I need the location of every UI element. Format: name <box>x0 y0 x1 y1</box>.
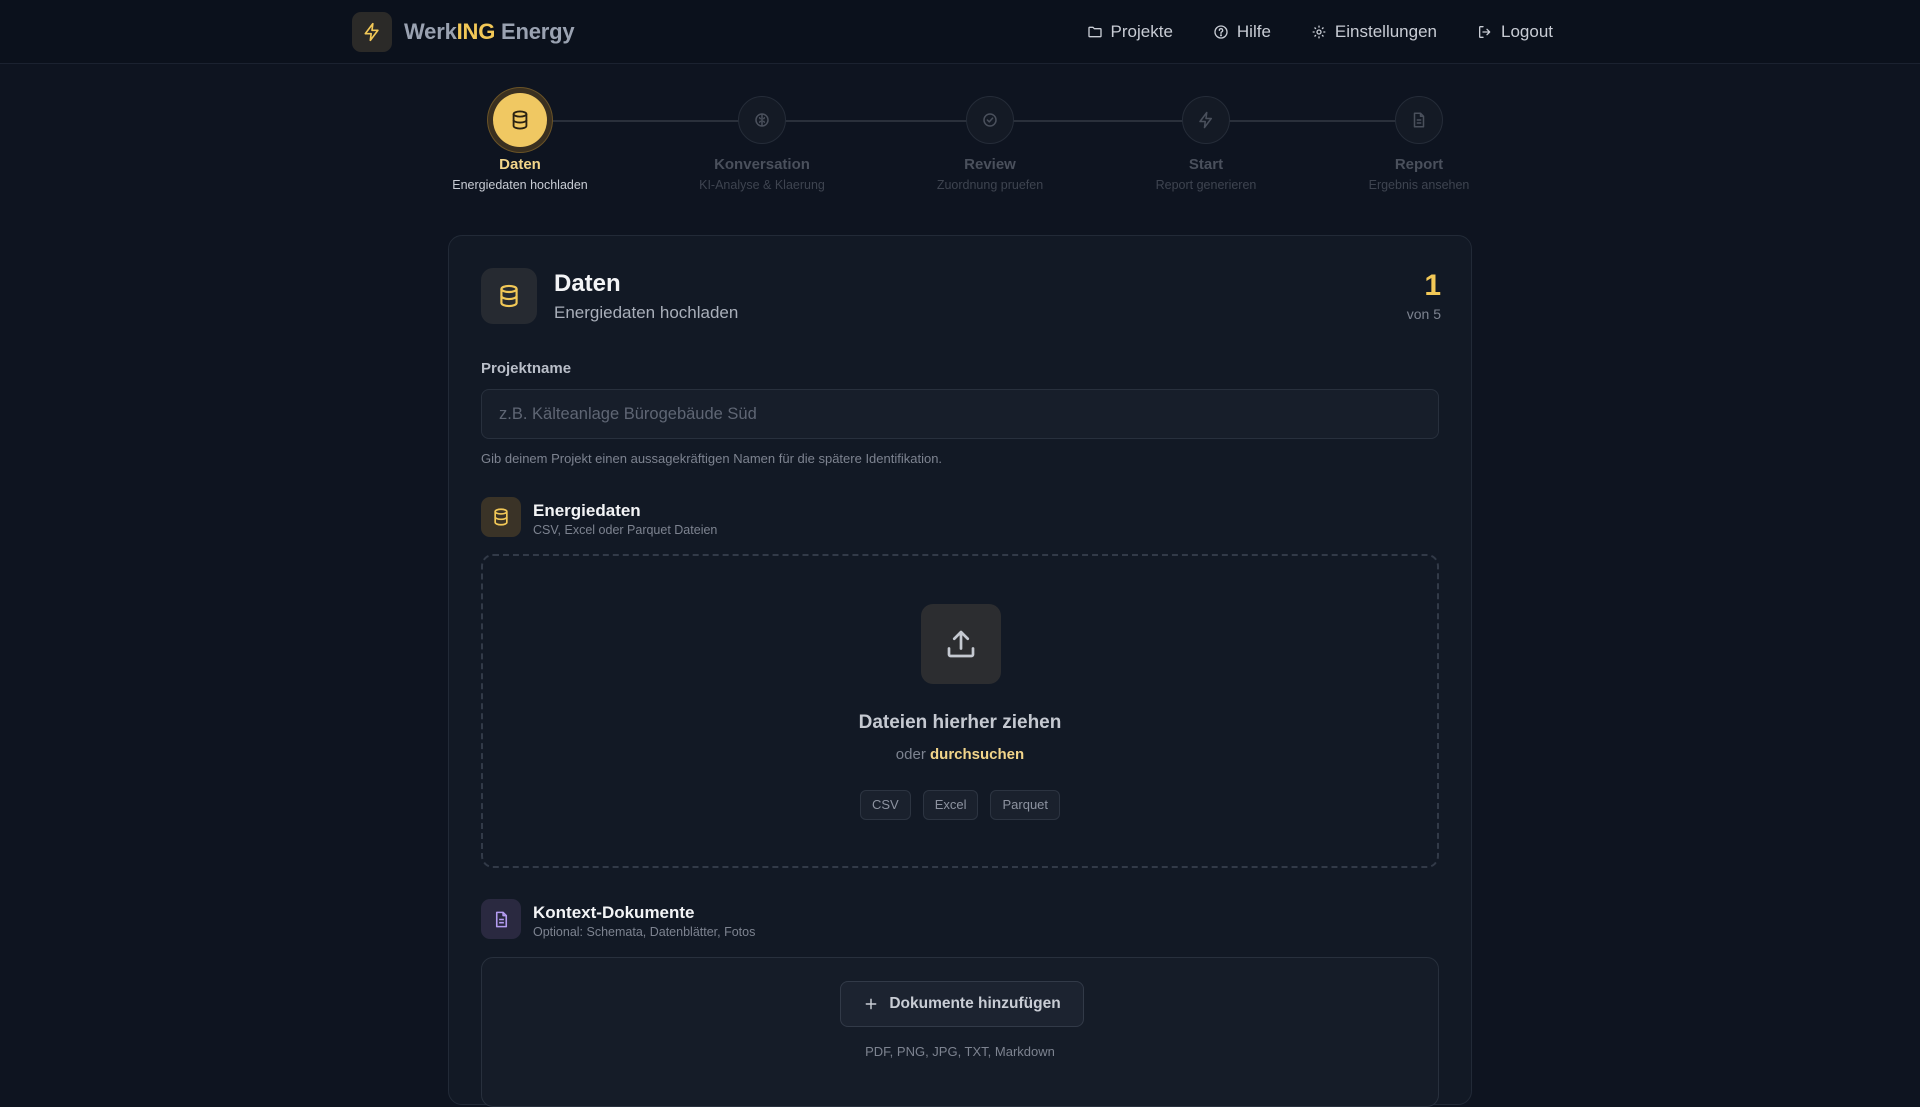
brand-name-part-1: Werk <box>404 19 457 44</box>
plus-icon <box>865 998 877 1010</box>
format-chip-excel: Excel <box>922 790 979 820</box>
bolt-icon <box>352 12 392 52</box>
context-docs-title: Kontext-Dokumente <box>533 903 695 922</box>
step-counter-total: von 5 <box>1406 306 1441 322</box>
check-circle-icon <box>966 96 1014 144</box>
energy-data-title: Energiedaten <box>533 501 641 520</box>
nav-einstellungen-label: Einstellungen <box>1334 22 1437 41</box>
dropzone-subtitle: oder durchsuchen <box>483 746 1437 763</box>
step-report-label: Report <box>1394 156 1444 173</box>
document-icon <box>1395 96 1443 144</box>
browse-link[interactable]: durchsuchen <box>930 746 1024 763</box>
step-start-sub: Report generieren <box>1155 178 1257 192</box>
step-review[interactable]: Review Zuordnung pruefen <box>900 86 1080 192</box>
energy-data-subtitle: CSV, Excel oder Parquet Dateien <box>533 523 718 537</box>
nav-projekte-label: Projekte <box>1110 22 1173 41</box>
step-konversation-sub: KI-Analyse & Klaerung <box>699 178 825 192</box>
add-documents-button[interactable]: Dokumente hinzufügen <box>840 981 1084 1027</box>
document-icon <box>481 899 521 939</box>
step-daten[interactable]: Daten Energiedaten hochladen <box>430 86 610 192</box>
step-daten-label: Daten <box>499 156 541 173</box>
gear-icon <box>1312 25 1326 39</box>
project-name-hint: Gib deinem Projekt einen aussagekräftige… <box>481 451 943 466</box>
step-start-label: Start <box>1188 156 1224 173</box>
nav-logout[interactable]: Logout <box>1477 22 1553 42</box>
brand[interactable]: WerkING Energy <box>352 12 575 52</box>
nav-einstellungen[interactable]: Einstellungen <box>1311 22 1437 42</box>
page-subtitle: Energiedaten hochladen <box>554 303 739 322</box>
help-circle-icon <box>1214 25 1228 39</box>
bolt-icon <box>1182 96 1230 144</box>
logout-icon <box>1479 26 1491 38</box>
step-review-label: Review <box>964 156 1016 173</box>
project-name-label: Projektname <box>481 360 572 377</box>
step-konversation-label: Konversation <box>714 156 810 173</box>
step-report-sub: Ergebnis ansehen <box>1368 178 1470 192</box>
step-start[interactable]: Start Report generieren <box>1116 86 1296 192</box>
database-icon <box>481 268 537 324</box>
step-report[interactable]: Report Ergebnis ansehen <box>1329 86 1509 192</box>
step-review-sub: Zuordnung pruefen <box>936 178 1044 192</box>
dropzone-title: Dateien hierher ziehen <box>858 712 1062 733</box>
energy-data-dropzone[interactable]: Dateien hierher ziehen oder durchsuchen … <box>481 554 1439 868</box>
format-chips: CSV Excel Parquet <box>483 790 1437 820</box>
dropzone-or-text: oder <box>895 746 930 763</box>
nav-logout-label: Logout <box>1501 22 1553 41</box>
nav-hilfe-label: Hilfe <box>1236 22 1271 41</box>
nav-projekte[interactable]: Projekte <box>1087 22 1173 42</box>
database-icon <box>493 93 547 147</box>
top-navigation-bar: WerkING Energy Projekte Hilfe Einstellun… <box>0 0 1920 64</box>
context-docs-subtitle: Optional: Schemata, Datenblätter, Fotos <box>533 925 756 939</box>
wizard-stepper: Daten Energiedaten hochladen Konversatio… <box>448 86 1472 196</box>
context-docs-area: Dokumente hinzufügen PDF, PNG, JPG, TXT,… <box>481 957 1439 1107</box>
step-counter: 1 von 5 <box>1407 268 1441 322</box>
upload-icon <box>921 604 1001 684</box>
step-counter-number: 1 <box>1424 269 1441 302</box>
main-nav: Projekte Hilfe Einstellungen Logout <box>1087 0 1553 64</box>
upload-card: Daten Energiedaten hochladen 1 von 5 Pro… <box>448 235 1472 1107</box>
add-documents-label: Dokumente hinzufügen <box>889 995 1061 1012</box>
format-chip-parquet: Parquet <box>990 790 1061 820</box>
step-konversation[interactable]: Konversation KI-Analyse & Klaerung <box>672 86 852 192</box>
brand-name: WerkING Energy <box>404 19 575 45</box>
step-daten-sub: Energiedaten hochladen <box>452 178 588 192</box>
brand-name-part-3: Energy <box>495 19 575 44</box>
project-name-input[interactable] <box>481 389 1439 439</box>
folder-icon <box>1087 26 1102 38</box>
database-icon <box>481 497 521 537</box>
nav-hilfe[interactable]: Hilfe <box>1213 22 1271 42</box>
brand-name-part-2: ING <box>456 19 496 44</box>
page-title: Daten <box>554 270 621 297</box>
context-docs-formats: PDF, PNG, JPG, TXT, Markdown <box>865 1044 1055 1059</box>
format-chip-csv: CSV <box>859 790 911 820</box>
brain-icon <box>738 96 786 144</box>
